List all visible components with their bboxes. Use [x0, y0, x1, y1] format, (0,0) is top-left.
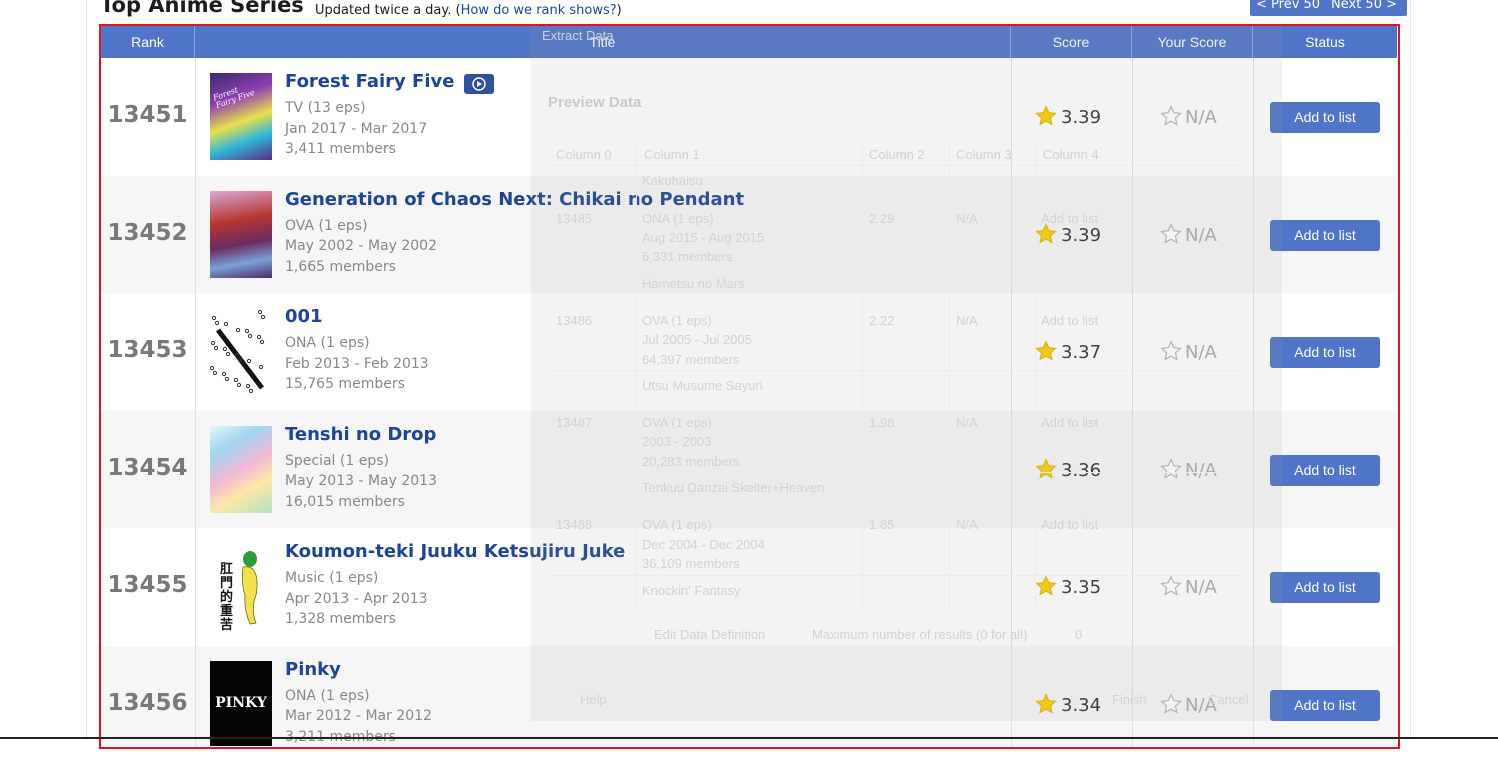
updated-note: Updated twice a day. (How do we rank sho… [315, 3, 622, 18]
next-50-button[interactable]: Next 50 > [1325, 0, 1407, 16]
updated-text: Updated twice a day. [315, 3, 452, 18]
page-border-right [1410, 0, 1411, 740]
page-title: Top Anime Series [100, 0, 304, 17]
rank-info-link[interactable]: How do we rank shows? [461, 3, 617, 18]
page: Top Anime Series Updated twice a day. (H… [0, 0, 1498, 773]
selection-highlight [99, 24, 1400, 749]
prev-50-button[interactable]: < Prev 50 [1250, 0, 1330, 16]
bottom-divider [0, 737, 1498, 739]
page-border-left [86, 0, 87, 740]
